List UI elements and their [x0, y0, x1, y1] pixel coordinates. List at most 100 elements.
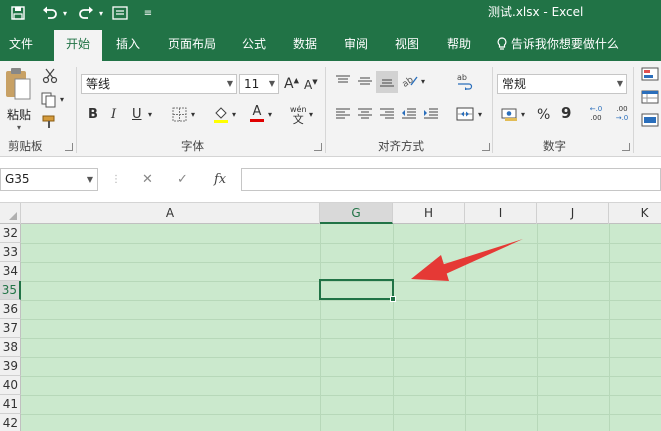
- percent-style-button[interactable]: %: [537, 108, 550, 122]
- row-header[interactable]: 41: [0, 395, 21, 414]
- grow-font-icon[interactable]: A▲: [284, 77, 299, 91]
- tab-insert[interactable]: 插入: [108, 27, 148, 61]
- cut-icon[interactable]: [42, 68, 58, 86]
- row-header[interactable]: 34: [0, 262, 21, 281]
- decrease-decimal-icon[interactable]: .00 →.0: [611, 105, 633, 123]
- alignment-group-label: 对齐方式: [378, 139, 424, 153]
- tab-review[interactable]: 审阅: [337, 27, 375, 61]
- tab-home[interactable]: 开始: [54, 30, 102, 61]
- column-header-g[interactable]: G: [320, 203, 393, 224]
- underline-dropdown-icon[interactable]: ▾: [148, 111, 152, 119]
- font-size-select[interactable]: 11 ▼: [239, 74, 279, 94]
- row-header[interactable]: 37: [0, 319, 21, 338]
- fill-handle[interactable]: [390, 296, 396, 302]
- font-launcher-icon[interactable]: [314, 143, 322, 151]
- accounting-dropdown-icon[interactable]: ▾: [521, 111, 525, 119]
- column-header-j[interactable]: J: [537, 203, 609, 224]
- column-header-i[interactable]: I: [465, 203, 537, 224]
- column-header-a[interactable]: A: [21, 203, 320, 224]
- underline-button[interactable]: U: [132, 108, 142, 121]
- gridline: [537, 224, 538, 431]
- row-header[interactable]: 32: [0, 224, 21, 243]
- tab-view[interactable]: 视图: [388, 27, 426, 61]
- clipboard-launcher-icon[interactable]: [65, 143, 73, 151]
- save-icon[interactable]: [8, 0, 28, 27]
- cancel-icon[interactable]: ✕: [142, 168, 153, 191]
- undo-dropdown-icon[interactable]: ▾: [60, 0, 70, 27]
- shrink-font-icon[interactable]: A▼: [304, 79, 318, 92]
- row-header[interactable]: 40: [0, 376, 21, 395]
- align-left-icon[interactable]: [335, 108, 351, 122]
- merge-dropdown-icon[interactable]: ▾: [478, 111, 482, 119]
- undo-icon[interactable]: [40, 0, 60, 27]
- merge-center-icon[interactable]: [456, 107, 474, 123]
- italic-button[interactable]: I: [111, 108, 116, 121]
- redo-dropdown-icon[interactable]: ▾: [96, 0, 106, 27]
- gridline: [21, 395, 661, 396]
- copy-icon[interactable]: [41, 92, 57, 110]
- borders-dropdown-icon[interactable]: ▾: [191, 111, 195, 119]
- increase-indent-icon[interactable]: [423, 108, 439, 122]
- gridline: [21, 262, 661, 263]
- number-launcher-icon[interactable]: [622, 143, 630, 151]
- column-header-h[interactable]: H: [393, 203, 465, 224]
- orientation-dropdown-icon[interactable]: ▾: [421, 78, 425, 86]
- select-all-corner[interactable]: [0, 203, 21, 224]
- number-format-value: 常规: [502, 77, 527, 91]
- name-box[interactable]: G35 ▼: [0, 168, 98, 191]
- form-icon[interactable]: [110, 0, 130, 27]
- paste-button[interactable]: 粘贴 ▾: [4, 67, 34, 132]
- font-color-dropdown-icon[interactable]: ▾: [268, 111, 272, 119]
- decrease-indent-icon[interactable]: [401, 108, 417, 122]
- wrap-text-icon[interactable]: ab: [456, 72, 474, 92]
- align-center-icon[interactable]: [357, 108, 373, 122]
- alignment-launcher-icon[interactable]: [482, 143, 490, 151]
- orientation-icon[interactable]: ab: [401, 72, 419, 90]
- row-header[interactable]: 33: [0, 243, 21, 262]
- tab-data[interactable]: 数据: [286, 27, 324, 61]
- tab-page-layout[interactable]: 页面布局: [160, 27, 224, 61]
- comma-style-button[interactable]: 9: [561, 106, 571, 121]
- row-header[interactable]: 42: [0, 414, 21, 431]
- customize-qat-icon[interactable]: ≡: [142, 0, 154, 27]
- tab-file[interactable]: 文件: [0, 27, 42, 61]
- gridline: [21, 243, 661, 244]
- align-middle-icon[interactable]: [357, 74, 373, 90]
- row-header[interactable]: 36: [0, 300, 21, 319]
- phonetic-icon[interactable]: wén 文: [290, 106, 307, 126]
- bold-button[interactable]: B: [88, 108, 98, 121]
- accounting-format-icon[interactable]: [501, 106, 519, 124]
- phonetic-dropdown-icon[interactable]: ▾: [309, 111, 313, 119]
- tell-me-search[interactable]: 告诉我你想要做什么: [497, 27, 619, 61]
- row-header-selected[interactable]: 35: [0, 281, 21, 300]
- cell-styles-icon[interactable]: [641, 113, 659, 129]
- align-top-icon[interactable]: [335, 74, 351, 90]
- align-bottom-icon[interactable]: [376, 71, 398, 93]
- font-name-select[interactable]: 等线 ▼: [81, 74, 237, 94]
- enter-icon[interactable]: ✓: [177, 168, 188, 191]
- tab-formulas[interactable]: 公式: [236, 27, 272, 61]
- fill-color-icon[interactable]: [213, 105, 229, 125]
- column-headers: A G H I J K: [0, 203, 661, 224]
- tab-help[interactable]: 帮助: [440, 27, 478, 61]
- increase-decimal-icon[interactable]: ←.0.00: [583, 105, 609, 123]
- number-format-select[interactable]: 常规 ▼: [497, 74, 627, 94]
- align-right-icon[interactable]: [379, 108, 395, 122]
- column-header-k[interactable]: K: [609, 203, 661, 224]
- conditional-format-icon[interactable]: [641, 67, 659, 83]
- paste-icon: [6, 68, 31, 100]
- insert-function-icon[interactable]: fx: [214, 168, 226, 191]
- borders-icon[interactable]: [172, 107, 187, 124]
- font-color-icon[interactable]: A: [250, 105, 264, 122]
- format-as-table-icon[interactable]: [641, 90, 659, 106]
- copy-dropdown-icon[interactable]: ▾: [60, 96, 64, 104]
- fill-color-dropdown-icon[interactable]: ▾: [232, 111, 236, 119]
- formula-input[interactable]: [241, 168, 661, 191]
- format-painter-icon[interactable]: [41, 114, 57, 132]
- row-header[interactable]: 39: [0, 357, 21, 376]
- row-header[interactable]: 38: [0, 338, 21, 357]
- gridline: [320, 224, 321, 431]
- active-cell-g35[interactable]: [319, 279, 394, 300]
- worksheet-grid[interactable]: A G H I J K 32 33 34 35 36 37 38 39 40 4…: [0, 203, 661, 431]
- redo-icon[interactable]: [76, 0, 96, 27]
